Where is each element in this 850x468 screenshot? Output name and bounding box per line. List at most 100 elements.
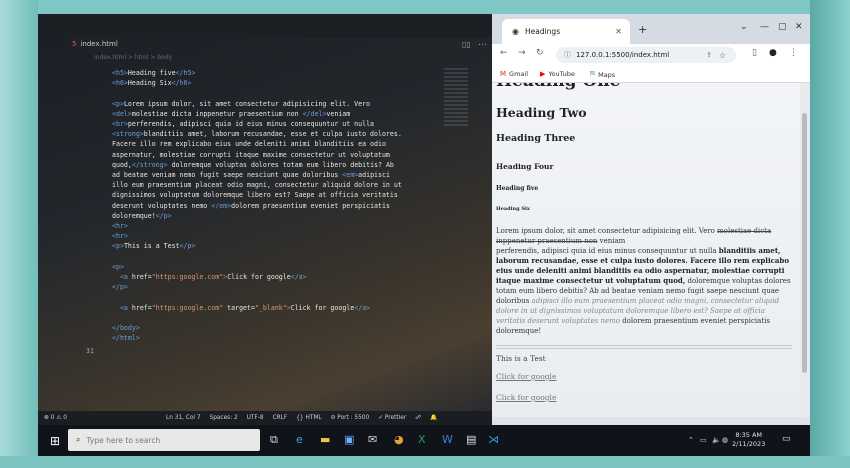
code-line[interactable]: <p>This is a Test</p> — [112, 241, 492, 251]
test-paragraph: This is a Test — [496, 354, 546, 363]
live-server-port[interactable]: ⊘ Port : 5500 — [331, 415, 370, 421]
notification-center-icon[interactable]: ▭ — [782, 434, 791, 444]
chevron-down-icon[interactable]: ⌄ — [740, 22, 748, 32]
bookmark-maps[interactable]: ⛿ Maps — [590, 70, 615, 79]
page-scrollbar[interactable] — [800, 83, 810, 417]
editor-tab[interactable]: 5 index.html — [66, 36, 124, 52]
code-line[interactable]: <br>perferendis, adipisci quia id eius m… — [112, 119, 492, 129]
network-icon[interactable]: ◍ — [722, 436, 728, 444]
editor-tab-label: index.html — [80, 40, 118, 48]
code-line[interactable] — [112, 88, 492, 98]
menu-kebab-icon[interactable]: ⋮ — [789, 48, 798, 58]
account-icon[interactable]: ☍ — [415, 415, 421, 421]
share-icon[interactable]: ⇪ — [706, 51, 712, 59]
editor-title-bar — [38, 14, 492, 38]
site-info-icon[interactable]: ⓘ — [564, 50, 571, 60]
tray-chevron-up-icon[interactable]: ⌃ — [688, 436, 694, 444]
problems-indicator[interactable]: ⊗ 0 ⚠ 0 — [44, 415, 67, 421]
breadcrumb[interactable]: index.html > html > body — [94, 54, 172, 61]
cursor-position[interactable]: Ln 31, Col 7 — [166, 415, 201, 421]
address-bar[interactable]: ⓘ 127.0.0.1:5500/index.html ⇪ ☆ — [556, 47, 736, 63]
encoding[interactable]: UTF-8 — [247, 415, 264, 421]
divider — [496, 345, 792, 346]
code-line[interactable] — [112, 252, 492, 262]
lorem-paragraph: Lorem ipsum dolor, sit amet consectetur … — [496, 227, 791, 335]
code-line[interactable]: </body> — [112, 323, 492, 333]
gmail-icon: M — [500, 70, 507, 78]
back-icon[interactable]: ← — [500, 48, 508, 58]
code-line[interactable] — [112, 292, 492, 302]
profile-avatar-icon[interactable]: ● — [769, 48, 777, 58]
google-link[interactable]: Click for google — [496, 372, 556, 381]
monitor-bezel-right — [810, 0, 850, 468]
code-line[interactable]: <p> — [112, 262, 492, 272]
code-line[interactable]: ad beatae veniam nemo fugit saepe nesciu… — [112, 170, 492, 180]
heading-three: Heading Three — [496, 133, 576, 144]
code-line[interactable]: deserunt voluptates nemo </em>dolorem pr… — [112, 201, 492, 211]
indentation[interactable]: Spaces: 2 — [210, 415, 238, 421]
code-line[interactable]: <strong>blanditiis amet, laborum recusan… — [112, 129, 492, 139]
scrollbar-thumb[interactable] — [802, 113, 807, 373]
clock-date: 2/11/2023 — [732, 440, 766, 448]
code-line[interactable]: <hr> — [112, 221, 492, 231]
code-line[interactable]: <h6>Heading Six</h6> — [112, 78, 492, 88]
bookmark-youtube[interactable]: ▶ YouTube — [540, 70, 575, 78]
side-panel-icon[interactable]: ▯ — [752, 48, 757, 58]
more-actions-icon[interactable]: … — [478, 38, 487, 48]
heading-six: Heading Six — [496, 206, 530, 212]
new-tab-icon[interactable]: + — [638, 23, 647, 36]
close-window-icon[interactable]: ✕ — [795, 22, 803, 32]
divider — [496, 348, 792, 349]
file-explorer-icon[interactable]: ▬ — [320, 433, 330, 446]
search-icon: ⌕ — [76, 435, 81, 444]
code-line[interactable]: </html> — [112, 333, 492, 343]
code-line[interactable]: dignissimos voluptatum doloremque libero… — [112, 190, 492, 200]
chrome-icon[interactable]: ◕ — [394, 433, 404, 446]
code-area[interactable]: <h5>Heading five</h5> <h6>Heading Six</h6… — [112, 68, 492, 343]
code-line[interactable]: <p>Lorem ipsum dolor, sit amet consectet… — [112, 99, 492, 109]
code-line[interactable]: </p> — [112, 282, 492, 292]
task-view-icon[interactable]: ⧉ — [270, 433, 278, 447]
battery-icon[interactable]: ▭ — [700, 436, 707, 444]
windows-start-icon[interactable]: ⊞ — [50, 434, 60, 448]
mail-icon[interactable]: ✉ — [368, 433, 377, 446]
taskbar-search[interactable]: ⌕ Type here to search — [68, 429, 260, 451]
maximize-icon[interactable]: ▢ — [778, 22, 787, 32]
language-mode[interactable]: {} HTML — [296, 415, 321, 421]
bookmark-star-icon[interactable]: ☆ — [719, 51, 726, 60]
browser-tab[interactable]: ◉ Headings ✕ — [502, 19, 630, 44]
minimize-icon[interactable]: — — [760, 22, 769, 32]
browser-toolbar: ← → ↻ ⓘ 127.0.0.1:5500/index.html ⇪ ☆ ▯ … — [492, 44, 810, 66]
bookmarks-bar: M Gmail ▶ YouTube ⛿ Maps — [492, 66, 810, 83]
code-line[interactable]: <a href="https:google.com" target="_blan… — [112, 303, 492, 313]
vscode-icon[interactable]: ⋊ — [488, 433, 499, 446]
prettier-status[interactable]: ✓ Prettier — [378, 415, 406, 421]
code-line[interactable]: <a href="https:google.com">Click for goo… — [112, 272, 492, 282]
split-editor-icon[interactable]: ▯▯ — [462, 40, 471, 49]
code-line[interactable]: doloremque!</p> — [112, 211, 492, 221]
code-line[interactable]: quod,</strong> doloremque voluptas dolor… — [112, 160, 492, 170]
code-line[interactable]: <hr> — [112, 231, 492, 241]
app-icon[interactable]: ▤ — [466, 433, 476, 446]
code-line[interactable]: aspernatur, molestiae corrupti itaque ma… — [112, 150, 492, 160]
code-line[interactable]: <del>molestiae dicta inppenetur praesent… — [112, 109, 492, 119]
forward-icon[interactable]: → — [518, 48, 526, 58]
reload-icon[interactable]: ↻ — [536, 48, 544, 58]
store-icon[interactable]: ▣ — [344, 433, 354, 446]
bookmark-gmail[interactable]: M Gmail — [500, 70, 528, 78]
monitor-bezel-top — [0, 0, 850, 14]
status-bar: ⊗ 0 ⚠ 0 Ln 31, Col 7 Spaces: 2 UTF-8 CRL… — [38, 411, 492, 425]
taskbar-clock[interactable]: 8:35 AM 2/11/2023 — [732, 431, 765, 449]
code-line[interactable]: Facere illo rem explicabo eius unde dele… — [112, 139, 492, 149]
google-link-new-tab[interactable]: Click for google — [496, 393, 556, 402]
edge-icon[interactable]: e — [296, 433, 303, 446]
close-tab-icon[interactable]: ✕ — [615, 27, 622, 36]
code-line[interactable]: <h5>Heading five</h5> — [112, 68, 492, 78]
code-line[interactable] — [112, 313, 492, 323]
volume-icon[interactable]: 🔈 — [712, 436, 721, 444]
notifications-icon[interactable]: 🔔 — [430, 415, 437, 421]
word-icon[interactable]: W — [442, 433, 453, 446]
line-ending[interactable]: CRLF — [273, 415, 288, 421]
excel-icon[interactable]: X — [418, 433, 426, 446]
code-line[interactable]: illo eum praesentium placeat odio magni,… — [112, 180, 492, 190]
